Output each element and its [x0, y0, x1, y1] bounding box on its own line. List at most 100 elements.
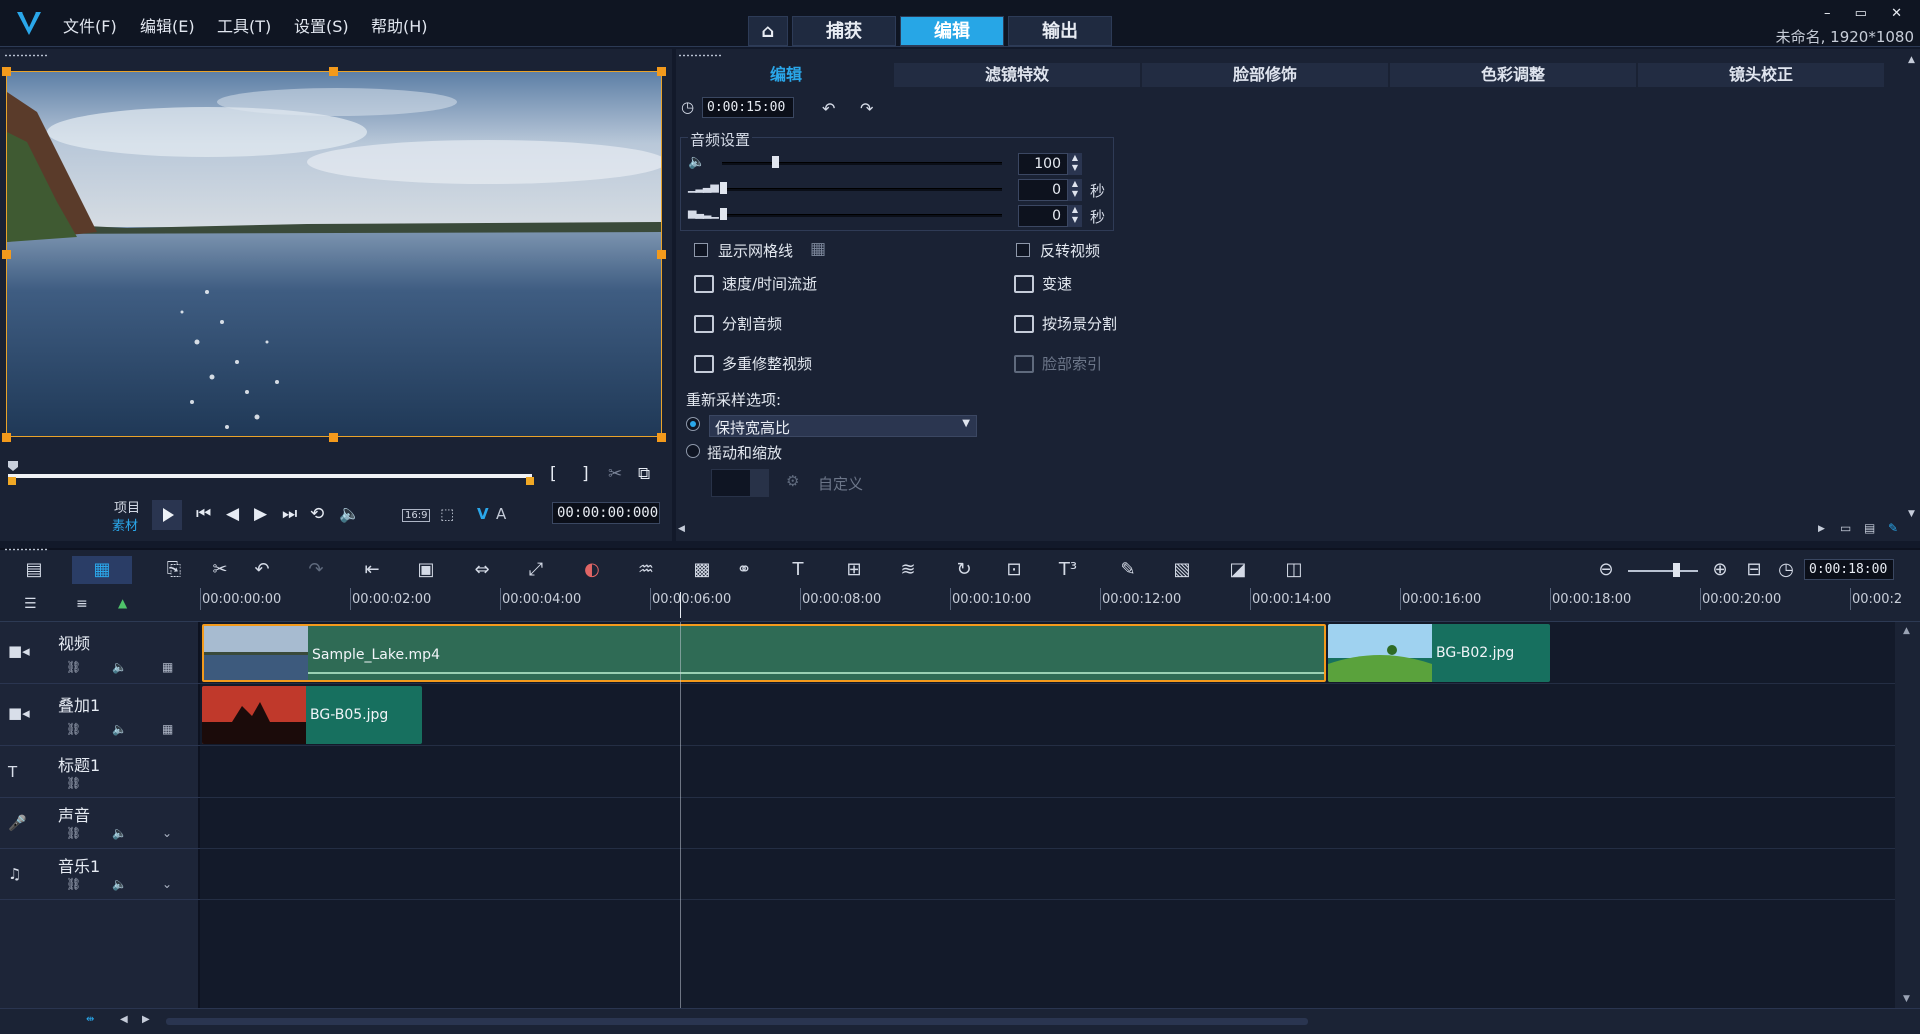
- video-clip-bg-b02[interactable]: BG-B02.jpg: [1328, 624, 1550, 682]
- pan-zoom-preset[interactable]: [711, 469, 751, 497]
- resample-dropdown[interactable]: 保持宽高比 ▼: [709, 415, 977, 437]
- timeline-vertical-scrollbar[interactable]: ▲ ▼: [1895, 622, 1920, 1008]
- overlay-lane[interactable]: [200, 684, 1895, 746]
- fit-to-window-icon[interactable]: ⊟: [1742, 560, 1766, 580]
- fade-in-input[interactable]: 0: [1018, 179, 1068, 201]
- record-screen-icon[interactable]: ▣: [414, 560, 438, 580]
- video-clip-sample-lake[interactable]: Sample_Lake.mp4: [202, 624, 1326, 682]
- pan-zoom-label[interactable]: 摇动和缩放: [707, 442, 782, 463]
- scroll-down-icon[interactable]: ▼: [1908, 509, 1915, 519]
- resize-handle[interactable]: [2, 250, 11, 259]
- trim-out-marker[interactable]: [526, 477, 534, 485]
- scroll-up-icon[interactable]: ▲: [1908, 55, 1915, 65]
- variable-speed-button[interactable]: 变速: [1042, 273, 1072, 294]
- fade-out-spinner[interactable]: ▲ ▼: [1068, 205, 1082, 227]
- horizontal-scrollbar[interactable]: [166, 1018, 1308, 1025]
- home-tab[interactable]: ⌂: [748, 16, 788, 46]
- link-icon[interactable]: ⛓: [66, 776, 81, 790]
- motion-track-icon[interactable]: ≋: [896, 560, 920, 580]
- mark-out-button[interactable]: ]: [582, 464, 589, 484]
- keep-aspect-radio[interactable]: [686, 417, 700, 431]
- rotate-right-icon[interactable]: ↷: [860, 99, 873, 118]
- trim-in-marker[interactable]: [8, 477, 16, 485]
- resize-handle[interactable]: [329, 67, 338, 76]
- preview-window[interactable]: [6, 71, 662, 437]
- split-scissors-icon[interactable]: ✂: [608, 464, 622, 484]
- color-grade-icon[interactable]: ◐: [580, 560, 604, 580]
- pan-zoom-preset-dropdown[interactable]: [751, 469, 769, 497]
- show-grid-checkbox[interactable]: [694, 243, 708, 257]
- volume-spinner[interactable]: ▲ ▼: [1068, 153, 1082, 175]
- edit-icon[interactable]: ✎: [1888, 521, 1898, 535]
- tools-icon[interactable]: ✂: [208, 560, 232, 580]
- audio-wave-icon[interactable]: ♒: [634, 560, 658, 580]
- track-manager-icon[interactable]: ☰: [24, 596, 37, 612]
- repeat-icon[interactable]: ⟲: [310, 504, 324, 524]
- clip-mode-label[interactable]: 素材: [112, 515, 138, 534]
- crop-icon[interactable]: ⬚: [440, 505, 454, 523]
- tab-filters[interactable]: 滤镜特效: [894, 63, 1140, 87]
- speed-time-button[interactable]: 速度/时间流逝: [722, 273, 817, 294]
- blend-icon[interactable]: ⚭: [732, 560, 756, 580]
- track-header-voice[interactable]: 🎤 声音 ⛓ 🔈 ⌄: [0, 798, 200, 849]
- grid-settings-icon[interactable]: ▦: [810, 239, 826, 259]
- rotate-360-icon[interactable]: ↻: [952, 560, 976, 580]
- mask-icon[interactable]: ⊡: [1002, 560, 1026, 580]
- 3d-title-icon[interactable]: T³: [1056, 560, 1080, 580]
- window-controls[interactable]: – ▭ ✕: [1824, 6, 1912, 21]
- resize-handle[interactable]: [2, 67, 11, 76]
- menu-file[interactable]: 文件(F): [63, 13, 117, 37]
- scroll-down-icon[interactable]: ▼: [1903, 994, 1910, 1004]
- storyboard-view-icon[interactable]: ▤: [22, 560, 46, 580]
- overlay-clip-bg-b05[interactable]: BG-B05.jpg: [202, 686, 422, 744]
- mute-icon[interactable]: 🔈: [112, 722, 127, 736]
- fade-out-input[interactable]: 0: [1018, 205, 1068, 227]
- playhead-handle[interactable]: [8, 461, 18, 471]
- chevron-down-icon[interactable]: ⌄: [162, 826, 172, 840]
- multicam-icon[interactable]: ▩: [690, 560, 714, 580]
- track-header-video[interactable]: ■◂ 视频 ⛓ 🔈 ▦: [0, 622, 200, 684]
- scroll-left-icon[interactable]: ◀: [678, 524, 685, 534]
- menu-settings[interactable]: 设置(S): [294, 13, 349, 37]
- menu-help[interactable]: 帮助(H): [371, 13, 428, 37]
- volume-slider-thumb[interactable]: [772, 156, 779, 168]
- timeline-view-button[interactable]: ▦: [72, 556, 132, 584]
- chevron-down-icon[interactable]: ⌄: [162, 877, 172, 891]
- zoom-slider-thumb[interactable]: [1673, 563, 1680, 577]
- tab-edit[interactable]: 编辑: [900, 16, 1004, 46]
- mark-in-button[interactable]: [: [550, 464, 557, 484]
- track-header-music[interactable]: ♫ 音乐1 ⛓ 🔈 ⌄: [0, 849, 200, 900]
- rotate-left-icon[interactable]: ↶: [822, 99, 835, 118]
- link-icon[interactable]: ⛓: [66, 722, 81, 736]
- tab-edit-options[interactable]: 编辑: [680, 63, 892, 87]
- volume-icon[interactable]: 🔈: [339, 504, 360, 524]
- scrub-bar[interactable]: [8, 474, 532, 478]
- tab-lens[interactable]: 镜头校正: [1638, 63, 1884, 87]
- scroll-right-icon[interactable]: ▶: [142, 1014, 150, 1025]
- mute-icon[interactable]: 🔈: [112, 826, 127, 840]
- aspect-ratio-button[interactable]: 16:9: [402, 509, 431, 522]
- undo-icon[interactable]: ↶: [250, 560, 274, 580]
- track-header-title[interactable]: T 标题1 ⛓: [0, 746, 200, 798]
- grid-icon[interactable]: ▦: [162, 722, 173, 736]
- track-area[interactable]: Sample_Lake.mp4 BG-B02.jpg BG-B05.jpg: [200, 622, 1895, 1008]
- track-header-overlay[interactable]: ■◂ 叠加1 ⛓ 🔈 ▦: [0, 684, 200, 746]
- zoom-in-icon[interactable]: ⊕: [1708, 560, 1732, 580]
- reverse-video-label[interactable]: 反转视频: [1040, 240, 1100, 261]
- duration-input[interactable]: 0:00:15:00: [702, 97, 794, 118]
- scroll-left-icon[interactable]: ◀: [120, 1014, 128, 1025]
- layout-icon[interactable]: ▤: [1864, 521, 1875, 535]
- paint-icon[interactable]: ✎: [1116, 560, 1140, 580]
- fade-in-spinner[interactable]: ▲ ▼: [1068, 179, 1082, 201]
- resize-handle[interactable]: [2, 433, 11, 442]
- grid-icon[interactable]: ▦: [162, 660, 173, 674]
- face-index-button[interactable]: 脸部索引: [1042, 353, 1102, 374]
- prev-frame-icon[interactable]: ◀: [226, 504, 239, 524]
- fit-icon[interactable]: ⇹: [86, 1014, 94, 1025]
- tab-output[interactable]: 输出: [1008, 16, 1112, 46]
- trim-icon[interactable]: ⇔: [470, 560, 494, 580]
- gif-icon[interactable]: ◫: [1282, 560, 1306, 580]
- highlight-icon[interactable]: ▧: [1170, 560, 1194, 580]
- menu-tools[interactable]: 工具(T): [217, 13, 271, 37]
- split-by-scene-button[interactable]: 按场景分割: [1042, 313, 1117, 334]
